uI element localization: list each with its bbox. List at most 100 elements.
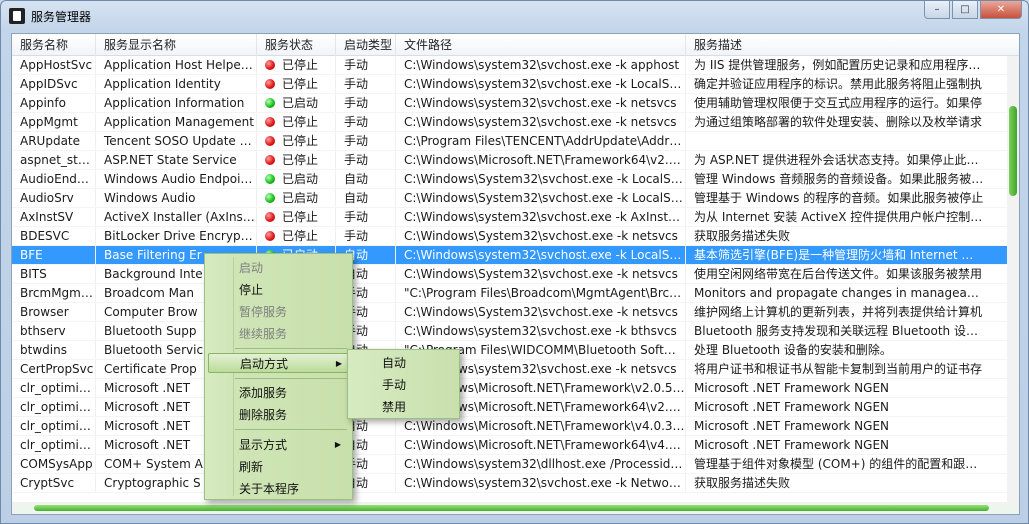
display-name-cell: Windows Audio: [96, 189, 257, 207]
file-path-cell: C:\Windows\system32\svchost.exe -k Netwo…: [396, 474, 686, 492]
table-row[interactable]: clr_optimiza...Microsoft .NET手动C:\Window…: [12, 398, 1019, 417]
vertical-scroll-thumb[interactable]: [1009, 106, 1017, 196]
table-row[interactable]: ARUpdate Tencent SOSO Update Ser... 已停止 手动 C…: [12, 132, 1019, 151]
service-name-cell: BDESVC: [12, 227, 96, 245]
description-cell: 管理基于组件对象模型 (COM+) 的组件的配置和跟踪。: [694, 457, 985, 471]
service-name-cell: CryptSvc: [12, 474, 96, 492]
table-row[interactable]: AudioEndpo... Windows Audio Endpoint ... 已…: [12, 170, 1019, 189]
description-cell: 为从 Internet 安装 ActiveX 控件提供用户帐户控制验证: [694, 210, 985, 224]
status-cell: 已启动: [257, 94, 336, 112]
table-row[interactable]: CryptSvc Cryptographic S 自动 C:\Windows\syst…: [12, 474, 1019, 493]
maximize-button[interactable]: □: [952, 1, 978, 19]
submenu-item-disabled[interactable]: 禁用: [382, 397, 406, 417]
status-cell: 已停止: [257, 227, 336, 245]
menu-item-resume[interactable]: 继续服务: [239, 324, 351, 344]
table-row[interactable]: btwdinsBluetooth Servic自动"C:\Program Fil…: [12, 341, 1019, 360]
menu-item-about[interactable]: 关于本程序: [239, 479, 351, 499]
stopped-status-icon: [265, 79, 275, 89]
table-row[interactable]: BDESVCBitLocker Drive Encryption... 已停止 手动…: [12, 227, 1019, 246]
service-manager-window: 服务管理器 – □ ✕ 服务名称 服务显示名称 服务状态 启动类型 文件路径 服务描述 A…: [0, 0, 1029, 524]
horizontal-scroll-thumb[interactable]: [34, 505, 989, 511]
service-list[interactable]: 服务名称 服务显示名称 服务状态 启动类型 文件路径 服务描述 AppHostSvc App…: [11, 33, 1020, 515]
menu-separator: [235, 429, 347, 430]
startup-type-cell: 手动: [336, 56, 396, 74]
service-name-cell: AudioSrv: [12, 189, 96, 207]
menu-gutter: [233, 257, 234, 496]
close-icon: ✕: [996, 4, 1006, 15]
table-row[interactable]: BITS Background Inte 自动 C:\Windows\System32…: [12, 265, 1019, 284]
menu-item-stop[interactable]: 停止: [239, 280, 351, 300]
col-service-name-header[interactable]: 服务名称: [12, 34, 96, 56]
menu-item-pause[interactable]: 暂停服务: [239, 302, 351, 322]
table-row[interactable]: AxInstSV ActiveX Installer (AxInstSV) 已停止 手…: [12, 208, 1019, 227]
display-name-cell: Windows Audio Endpoint ...: [96, 170, 257, 188]
table-row[interactable]: clr_optimiza... Microsoft .NET 自动 C:\Window…: [12, 436, 1019, 455]
service-name-cell: AppIDSvc: [12, 75, 96, 93]
table-row[interactable]: Browser Computer Brow 手动 C:\Windows\System3…: [12, 303, 1019, 322]
minimize-button[interactable]: –: [924, 1, 950, 19]
table-row[interactable]: AudioSrv Windows Audio 已启动 自动 C:\Windows\Sys…: [12, 189, 1019, 208]
col-status-header[interactable]: 服务状态: [257, 34, 336, 56]
vertical-scrollbar[interactable]: [1007, 56, 1019, 504]
menu-item-startup-type[interactable]: 启动方式 ▶: [208, 353, 351, 373]
file-path-cell: C:\Windows\System32\svchost.exe -k Local…: [396, 170, 686, 188]
submenu-item-manual[interactable]: 手动: [382, 375, 406, 395]
title-bar[interactable]: 服务管理器 – □ ✕: [1, 1, 1028, 31]
table-row[interactable]: COMSysApp COM+ System A 手动 C:\Windows\syste…: [12, 455, 1019, 474]
table-row[interactable]: clr_optimiza...Microsoft .NET手动C:\Window…: [12, 379, 1019, 398]
menu-item-refresh[interactable]: 刷新: [239, 457, 351, 477]
horizontal-scrollbar[interactable]: [12, 502, 1019, 514]
table-row[interactable]: bthserv Bluetooth Supp 手动 C:\Windows\system…: [12, 322, 1019, 341]
submenu-item-auto[interactable]: 自动: [382, 353, 406, 373]
file-path-cell: C:\Windows\system32\dllhost.exe /Process…: [396, 455, 686, 473]
table-row[interactable]: aspnet_state ASP.NET State Service 已停止 手动 C:…: [12, 151, 1019, 170]
service-name-cell: BrcmMgmt...: [12, 284, 96, 302]
service-name-cell: aspnet_state: [12, 151, 96, 169]
file-path-cell: C:\Windows\System32\svchost.exe -k netsv…: [396, 265, 686, 283]
description-cell: 使用辅助管理权限便于交互式应用程序的运行。如果停: [694, 96, 983, 110]
service-name-cell: CertPropSvc: [12, 360, 96, 378]
status-text: 已停止: [282, 77, 319, 91]
stopped-status-icon: [265, 60, 275, 70]
status-text: 已停止: [282, 115, 319, 129]
col-file-path-header[interactable]: 文件路径: [396, 34, 686, 56]
service-name-cell: bthserv: [12, 322, 96, 340]
minimize-icon: –: [934, 4, 940, 15]
close-button[interactable]: ✕: [980, 1, 1022, 19]
table-row[interactable]: clr_optimiza... Microsoft .NET 自动 C:\Window…: [12, 417, 1019, 436]
service-name-cell: AppMgmt: [12, 113, 96, 131]
description-cell: Monitors and propagate changes in manage…: [694, 286, 985, 300]
file-path-cell: C:\Windows\system32\svchost.exe -k netsv…: [396, 94, 686, 112]
col-description-header[interactable]: 服务描述: [686, 34, 985, 56]
submenu-arrow-icon: ▶: [334, 440, 341, 449]
startup-type-submenu: 自动 手动 禁用: [347, 349, 460, 419]
service-name-cell: clr_optimiza...: [12, 417, 96, 435]
status-cell: 已启动: [257, 170, 336, 188]
table-row[interactable]: AppHostSvc Application Host Helper S... 已停…: [12, 56, 1019, 75]
startup-type-cell: 手动: [336, 94, 396, 112]
col-display-name-header[interactable]: 服务显示名称: [96, 34, 257, 56]
service-name-cell: clr_optimiza...: [12, 379, 96, 397]
menu-separator: [235, 348, 347, 349]
menu-item-add-service[interactable]: 添加服务: [239, 383, 351, 403]
table-row[interactable]: Appinfo Application Information 已启动 手动 C:\Wi…: [12, 94, 1019, 113]
file-path-cell: C:\Program Files\TENCENT\AddrUpdate\Addr…: [396, 132, 686, 150]
description-cell: 获取服务描述失败: [694, 229, 791, 243]
status-text: 已停止: [282, 134, 319, 148]
service-name-cell: ARUpdate: [12, 132, 96, 150]
col-startup-type-header[interactable]: 启动类型: [336, 34, 396, 56]
stopped-status-icon: [265, 231, 275, 241]
table-row[interactable]: BrcmMgmt... Broadcom Man 手动 "C:\Program Fil…: [12, 284, 1019, 303]
display-name-cell: ActiveX Installer (AxInstSV): [96, 208, 257, 226]
app-icon: [9, 8, 25, 24]
table-row[interactable]: CertPropSvcCertificate Prop手动C:\Windows\…: [12, 360, 1019, 379]
table-row[interactable]: AppMgmt Application Management 已停止 手动 C:\Win…: [12, 113, 1019, 132]
table-row[interactable]: BFEBase Filtering Er已启动自动C:\Windows\syst…: [12, 246, 1019, 265]
menu-item-display-mode[interactable]: 显示方式 ▶: [239, 435, 351, 455]
status-text: 已停止: [282, 229, 319, 243]
table-row[interactable]: AppIDSvc Application Identity 已停止 手动 C:\Wind…: [12, 75, 1019, 94]
menu-item-delete-service[interactable]: 删除服务: [239, 405, 351, 425]
service-name-cell: AppHostSvc: [12, 56, 96, 74]
menu-item-start[interactable]: 启动: [239, 258, 351, 278]
stopped-status-icon: [265, 117, 275, 127]
